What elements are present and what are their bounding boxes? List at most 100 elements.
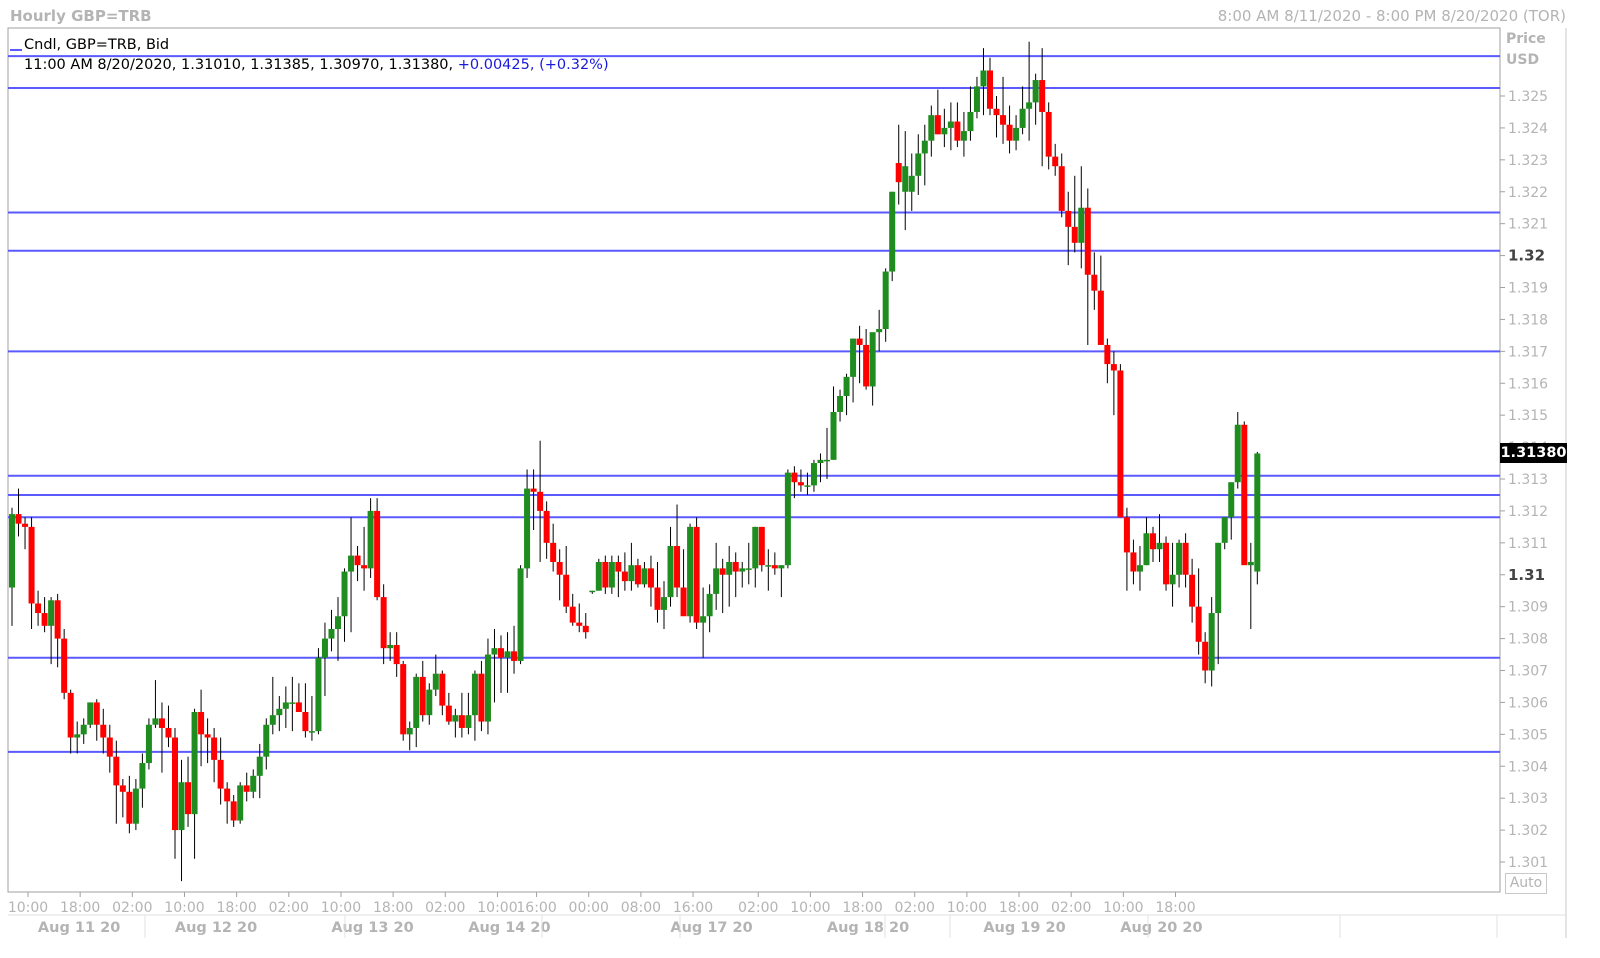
candle-down — [374, 510, 381, 598]
candle-down — [674, 546, 681, 588]
last-price-tag: 1.31380 — [1500, 443, 1567, 463]
candle-up — [152, 718, 159, 725]
candle-down — [1006, 124, 1013, 141]
candle-down — [185, 782, 192, 815]
candle-up — [387, 644, 394, 649]
candle-up — [48, 600, 55, 626]
candle-down — [797, 482, 804, 486]
candle-down — [119, 785, 126, 792]
y-tick-label: 1.32 — [1508, 247, 1545, 265]
candle-up — [947, 121, 954, 128]
y-tick-label: 1.306 — [1508, 695, 1548, 711]
y-tick-label: 1.302 — [1508, 823, 1548, 839]
candle-up — [1078, 207, 1085, 243]
auto-scale-button[interactable]: Auto — [1505, 873, 1547, 894]
candle-down — [458, 715, 465, 728]
candle-up — [810, 463, 817, 486]
candle-down — [1071, 226, 1078, 243]
candle-up — [237, 785, 244, 821]
candle-up — [524, 488, 531, 569]
y-tick-label: 1.324 — [1508, 121, 1548, 137]
readout-time: 11:00 AM 8/20/2020, — [24, 57, 177, 73]
date-label: Aug 18 20 — [827, 920, 909, 936]
candle-down — [54, 600, 61, 639]
candle-up — [315, 657, 322, 732]
candle-down — [856, 338, 863, 345]
candle-down — [172, 737, 178, 831]
candle-down — [100, 724, 107, 738]
chart-window: Hourly GBP=TRB 8:00 AM 8/11/2020 - 8:00 … — [0, 0, 1600, 958]
price-axis-title: Price USD — [1506, 29, 1546, 71]
candle-up — [491, 648, 498, 655]
candle-up — [328, 629, 335, 639]
candle-up — [608, 561, 615, 588]
candle-up — [1247, 561, 1254, 566]
candle-up — [928, 115, 935, 141]
candle-up — [765, 565, 772, 567]
candle-up — [426, 689, 433, 716]
candle-up — [145, 724, 152, 764]
candle-down — [582, 625, 589, 633]
candle-down — [993, 108, 1000, 116]
candle-up — [465, 715, 472, 728]
candle-down — [1202, 641, 1209, 671]
y-tick-label: 1.322 — [1508, 185, 1548, 201]
readout-change-pct: (+0.32%) — [539, 57, 609, 73]
candle-up — [595, 561, 602, 591]
x-tick-label: 02:00 — [269, 900, 309, 916]
candle-down — [211, 737, 218, 760]
candle-down — [1084, 207, 1091, 275]
candle-down — [758, 526, 765, 566]
candle-up — [269, 715, 276, 725]
y-tick-label: 1.313 — [1508, 472, 1548, 488]
candle-up — [837, 396, 844, 412]
candle-down — [934, 115, 941, 135]
y-tick-label: 1.316 — [1508, 376, 1548, 392]
y-tick-label: 1.321 — [1508, 217, 1548, 233]
candle-down — [380, 597, 387, 649]
candlestick-chart[interactable]: 1.301 1.302 1.303 1.304 1.305 1.306 1.307 1.308… — [0, 0, 1600, 958]
candle-down — [1104, 344, 1111, 365]
candle-down — [198, 711, 205, 735]
candle-up — [432, 673, 439, 690]
y-tick-label: 1.308 — [1508, 632, 1548, 648]
candle-up — [1254, 453, 1261, 572]
x-tick-label: 18:00 — [842, 900, 882, 916]
candle-up — [667, 546, 674, 598]
y-tick-label: 1.301 — [1508, 855, 1548, 871]
x-tick-label: 10:00 — [477, 900, 517, 916]
x-tick-label: 10:00 — [1103, 900, 1143, 916]
candle-down — [1000, 115, 1007, 125]
candle-up — [973, 86, 980, 112]
x-tick-label: 18:00 — [373, 900, 413, 916]
candle-up — [132, 788, 139, 824]
candle-up — [1013, 127, 1020, 141]
readout-ohlc: 1.31010, 1.31385, 1.30970, 1.31380, — [181, 57, 454, 73]
candle-up — [921, 140, 928, 154]
candle-down — [569, 606, 576, 623]
candle-up — [726, 561, 733, 575]
price-axis-title-line1: Price — [1506, 31, 1546, 47]
candle-down — [22, 523, 29, 527]
x-tick-label: 10:00 — [321, 900, 361, 916]
candle-down — [354, 555, 361, 566]
candle-down — [537, 491, 544, 511]
horizontal-lines-layer — [8, 49, 1500, 753]
candle-up — [1026, 102, 1033, 109]
candle-down — [126, 791, 133, 824]
y-tick-label: 1.304 — [1508, 759, 1548, 775]
candle-down — [1091, 274, 1098, 291]
candle-down — [511, 651, 518, 661]
candle-down — [1045, 111, 1052, 157]
candle-down — [41, 613, 48, 626]
candle-up — [882, 271, 889, 329]
candle-up — [739, 568, 746, 572]
y-tick-label: 1.312 — [1508, 504, 1548, 520]
candle-up — [1234, 424, 1241, 483]
candle-down — [543, 510, 550, 543]
date-label: Aug 19 20 — [983, 920, 1065, 936]
candle-down — [165, 727, 172, 738]
candle-down — [158, 718, 165, 728]
x-tick-label: 18:00 — [216, 900, 256, 916]
candle-up — [784, 472, 791, 566]
